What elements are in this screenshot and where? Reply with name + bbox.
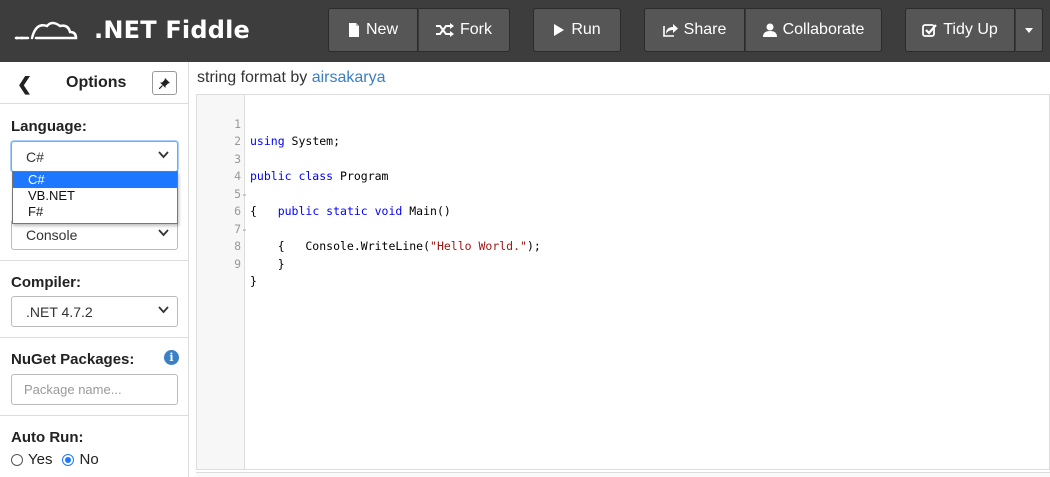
nuget-packages-label: NuGet Packages:: [11, 351, 135, 368]
compiler-label: Compiler:: [11, 274, 82, 291]
code-text: }: [250, 274, 257, 288]
language-dropdown-list: C# VB.NET F#: [12, 171, 178, 224]
tidy-up-button[interactable]: Tidy Up: [905, 8, 1015, 52]
language-option-csharp[interactable]: C#: [13, 172, 177, 188]
auto-run-no-radio[interactable]: [62, 453, 75, 466]
line-number: 9: [234, 256, 241, 271]
auto-run-label: Auto Run:: [11, 429, 84, 446]
main-panel: string format by airsakarya 1 using Syst…: [190, 62, 1050, 477]
tidy-up-button-label: Tidy Up: [943, 21, 998, 38]
info-icon[interactable]: i: [164, 350, 179, 365]
run-button[interactable]: Run: [533, 8, 621, 52]
divider: [0, 337, 189, 338]
options-sidebar: ❮ Options Language: C# C# VB.NET F# Cons…: [0, 62, 189, 477]
share-button[interactable]: Share: [644, 8, 745, 52]
file-icon: [348, 23, 359, 37]
code-line: 2: [197, 116, 1050, 148]
code-line: 7 Console.WriteLine("Hello World.");: [197, 203, 1050, 254]
logo-text: .NET Fiddle: [94, 16, 251, 44]
run-button-label: Run: [571, 21, 601, 38]
top-navbar: .NET Fiddle New Fork Run Share Collabora…: [0, 0, 1050, 62]
author-link[interactable]: airsakarya: [312, 69, 386, 86]
new-button[interactable]: New: [328, 8, 418, 52]
share-button-label: Share: [683, 21, 727, 38]
auto-run-no-label[interactable]: No: [79, 451, 98, 468]
code-line: 5 public static void Main(): [197, 168, 1050, 219]
chevron-down-icon: [158, 151, 169, 159]
divider: [0, 260, 189, 261]
auto-run-yes-label[interactable]: Yes: [28, 451, 52, 468]
compiler-select[interactable]: .NET 4.7.2: [11, 296, 178, 327]
new-button-label: New: [365, 21, 398, 38]
language-option-fsharp[interactable]: F#: [13, 204, 177, 220]
language-select[interactable]: C#: [11, 141, 178, 172]
auto-run-yes-radio[interactable]: [11, 453, 23, 466]
fiddle-title: string format by airsakarya: [197, 69, 386, 87]
collaborate-button-label: Collaborate: [782, 21, 865, 38]
code-text: }: [250, 256, 285, 271]
language-label: Language:: [11, 118, 87, 135]
code-line: 3 public class Program: [197, 133, 1050, 184]
nuget-package-input-placeholder: Package name...: [24, 382, 122, 397]
chevron-down-icon: [158, 306, 169, 314]
cloud-logo-icon: [14, 21, 78, 40]
code-line: 9 }: [197, 238, 1050, 289]
shuffle-icon: [436, 23, 454, 37]
sidebar-title: Options: [66, 74, 127, 91]
chevron-down-icon: [158, 229, 169, 237]
caret-down-icon: [1025, 27, 1033, 33]
code-line: 1 using System;: [197, 98, 1050, 149]
sidebar-header: ❮ Options: [0, 62, 189, 104]
collaborate-button[interactable]: Collaborate: [745, 8, 882, 52]
play-icon: [554, 24, 565, 36]
fork-button-label: Fork: [460, 21, 492, 38]
compiler-select-value: .NET 4.7.2: [26, 303, 93, 320]
code-line: 8 }: [197, 221, 1050, 271]
logo[interactable]: .NET Fiddle: [14, 12, 250, 48]
check-square-icon: [922, 24, 938, 37]
code-line: 4 - {: [197, 151, 1050, 218]
code-editor[interactable]: 1 using System; 2 3 public class Program…: [196, 94, 1050, 470]
language-option-vbnet[interactable]: VB.NET: [13, 188, 177, 204]
nuget-package-input[interactable]: Package name...: [11, 374, 178, 405]
collapse-sidebar-icon[interactable]: ❮: [17, 74, 32, 95]
fiddle-title-text: string format by: [197, 69, 312, 86]
auto-run-radio-group: Yes No: [11, 451, 99, 468]
user-icon: [762, 23, 777, 37]
pin-sidebar-button[interactable]: [152, 71, 177, 95]
divider: [0, 415, 189, 416]
language-select-value: C#: [26, 148, 44, 165]
output-panel-edge: [196, 472, 1050, 477]
more-options-dropdown-button[interactable]: [1015, 8, 1043, 52]
pin-icon: [159, 77, 170, 89]
share-icon: [662, 24, 678, 37]
fork-button[interactable]: Fork: [418, 8, 510, 52]
project-type-select-value: Console: [26, 226, 78, 243]
code-line: 6 - {: [197, 186, 1050, 253]
